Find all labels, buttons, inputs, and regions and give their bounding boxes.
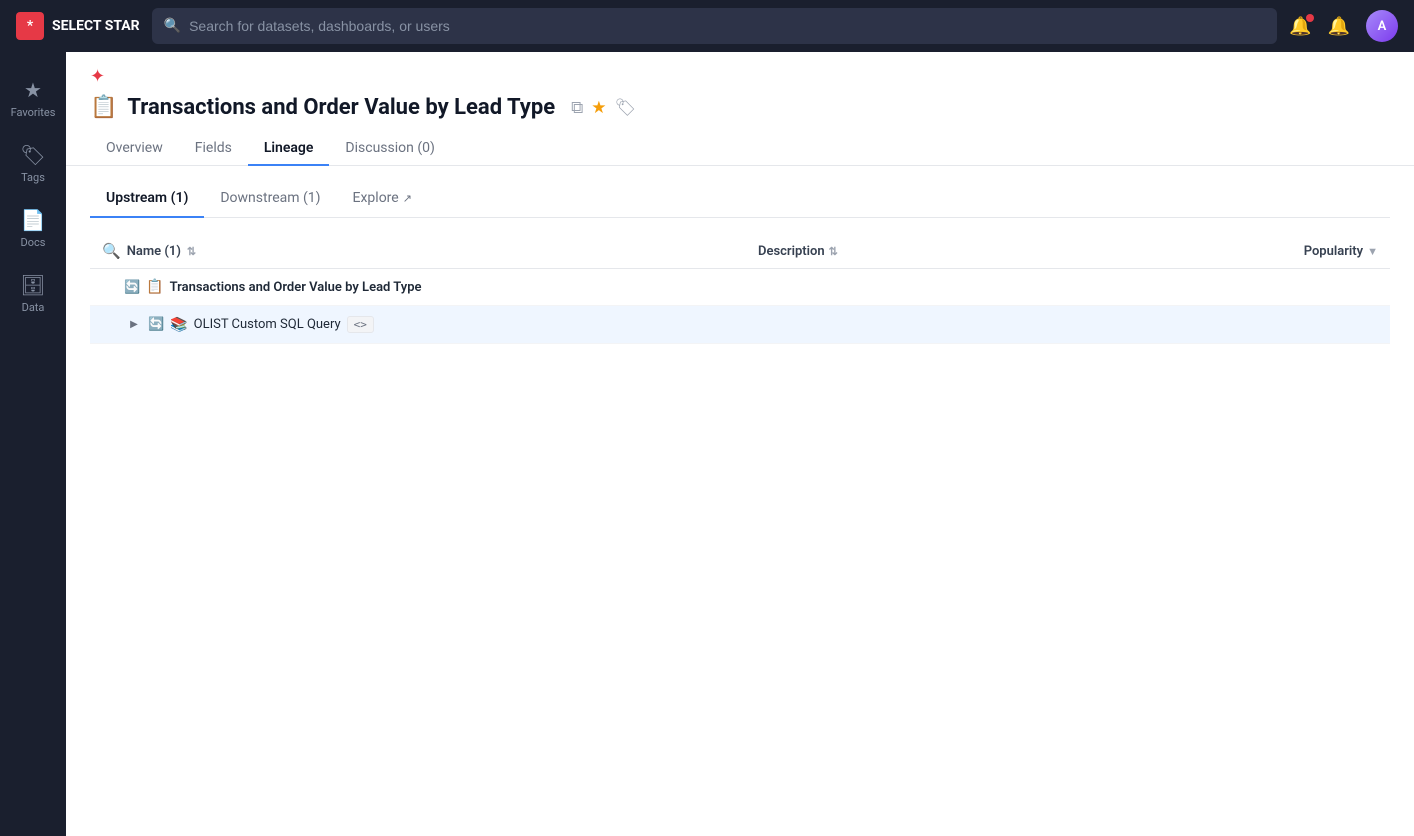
- sidebar-item-favorites[interactable]: ★ Favorites: [5, 68, 61, 129]
- sub-tabs: Upstream (1) Downstream (1) Explore ↗: [90, 182, 1390, 218]
- breadcrumb-icon: ✦: [90, 66, 105, 87]
- tab-fields[interactable]: Fields: [179, 132, 248, 166]
- sidebar-item-label: Tags: [21, 171, 45, 184]
- row-badge: <>: [347, 316, 374, 333]
- page-type-icon: 📋: [90, 95, 117, 120]
- search-icon: 🔍: [164, 18, 181, 34]
- subtab-explore[interactable]: Explore ↗: [337, 182, 428, 218]
- sort-icon-popularity[interactable]: ▼: [1367, 245, 1378, 258]
- tag-icon: 🏷: [20, 143, 45, 167]
- sidebar-item-docs[interactable]: 📄 Docs: [5, 198, 61, 259]
- sidebar: ★ Favorites 🏷 Tags 📄 Docs 🗄 Data: [0, 52, 66, 836]
- row-type-icon: 🔄: [124, 280, 140, 295]
- row-name-col-child: ▶ 🔄 📚 OLIST Custom SQL Query <>: [126, 316, 758, 333]
- table-body: 🔄 📋 Transactions and Order Value by Lead…: [90, 269, 1390, 344]
- sidebar-item-label: Favorites: [11, 106, 56, 119]
- row-item-icon-child: 📚: [170, 317, 187, 333]
- row-name-col: 🔄 📋 Transactions and Order Value by Lead…: [102, 279, 758, 295]
- nav-icons: 🔔 🔔 A: [1289, 10, 1398, 42]
- external-link-icon: ↗: [403, 192, 412, 205]
- header-actions: ⧉ ★ 🏷: [571, 98, 636, 118]
- expand-button[interactable]: ▶: [126, 317, 142, 333]
- sort-icon-name[interactable]: ⇅: [187, 245, 196, 258]
- star-action-icon[interactable]: ★: [591, 98, 606, 118]
- row-name-child[interactable]: OLIST Custom SQL Query: [194, 317, 341, 332]
- avatar[interactable]: A: [1366, 10, 1398, 42]
- sidebar-item-data[interactable]: 🗄 Data: [5, 263, 61, 324]
- search-header-icon[interactable]: 🔍: [102, 242, 121, 260]
- sidebar-item-tags[interactable]: 🏷 Tags: [5, 133, 61, 194]
- main-layout: ★ Favorites 🏷 Tags 📄 Docs 🗄 Data ✦ 📋 Tra…: [0, 52, 1414, 836]
- tab-lineage[interactable]: Lineage: [248, 132, 330, 166]
- page-header: 📋 Transactions and Order Value by Lead T…: [66, 87, 1414, 120]
- col-name-header: 🔍 Name (1) ⇅: [102, 242, 758, 260]
- table-header: 🔍 Name (1) ⇅ Description ⇅ Popularity ▼: [90, 234, 1390, 269]
- navbar: * SELECT STAR 🔍 🔔 🔔 A: [0, 0, 1414, 52]
- page-title: Transactions and Order Value by Lead Typ…: [127, 95, 555, 120]
- docs-icon: 📄: [21, 208, 46, 232]
- notification-dot: [1306, 14, 1314, 22]
- col-description-header: Description ⇅: [758, 244, 1238, 259]
- sort-icon-description[interactable]: ⇅: [829, 245, 838, 258]
- subtab-downstream[interactable]: Downstream (1): [204, 182, 336, 218]
- sidebar-item-label: Data: [22, 301, 45, 314]
- row-name[interactable]: Transactions and Order Value by Lead Typ…: [170, 280, 422, 295]
- explore-link: Explore ↗: [353, 190, 412, 206]
- logo[interactable]: * SELECT STAR: [16, 12, 140, 40]
- row-type-icon-child: 🔄: [148, 317, 164, 332]
- logo-icon: *: [16, 12, 44, 40]
- tag-action-icon[interactable]: 🏷: [615, 98, 637, 118]
- data-icon: 🗄: [20, 273, 45, 297]
- table-row: 🔄 📋 Transactions and Order Value by Lead…: [90, 269, 1390, 306]
- breadcrumb: ✦: [66, 52, 1414, 87]
- expand-placeholder: [102, 279, 118, 295]
- search-input[interactable]: [189, 18, 1265, 34]
- sidebar-item-label: Docs: [21, 236, 46, 249]
- copy-icon[interactable]: ⧉: [571, 98, 583, 118]
- search-bar[interactable]: 🔍: [152, 8, 1278, 44]
- section-content: Upstream (1) Downstream (1) Explore ↗ 🔍 …: [66, 166, 1414, 836]
- logo-text: SELECT STAR: [52, 18, 140, 34]
- subtab-upstream[interactable]: Upstream (1): [90, 182, 204, 218]
- col-popularity-header: Popularity ▼: [1238, 244, 1378, 259]
- tab-discussion[interactable]: Discussion (0): [329, 132, 450, 166]
- table-row: ▶ 🔄 📚 OLIST Custom SQL Query <>: [90, 306, 1390, 344]
- tab-overview[interactable]: Overview: [90, 132, 179, 166]
- alert-icon[interactable]: 🔔: [1328, 16, 1350, 37]
- row-item-icon: 📋: [146, 279, 163, 295]
- star-icon: ★: [24, 78, 42, 102]
- content: ✦ 📋 Transactions and Order Value by Lead…: [66, 52, 1414, 836]
- notification-icon[interactable]: 🔔: [1289, 16, 1311, 37]
- top-tabs: Overview Fields Lineage Discussion (0): [66, 120, 1414, 166]
